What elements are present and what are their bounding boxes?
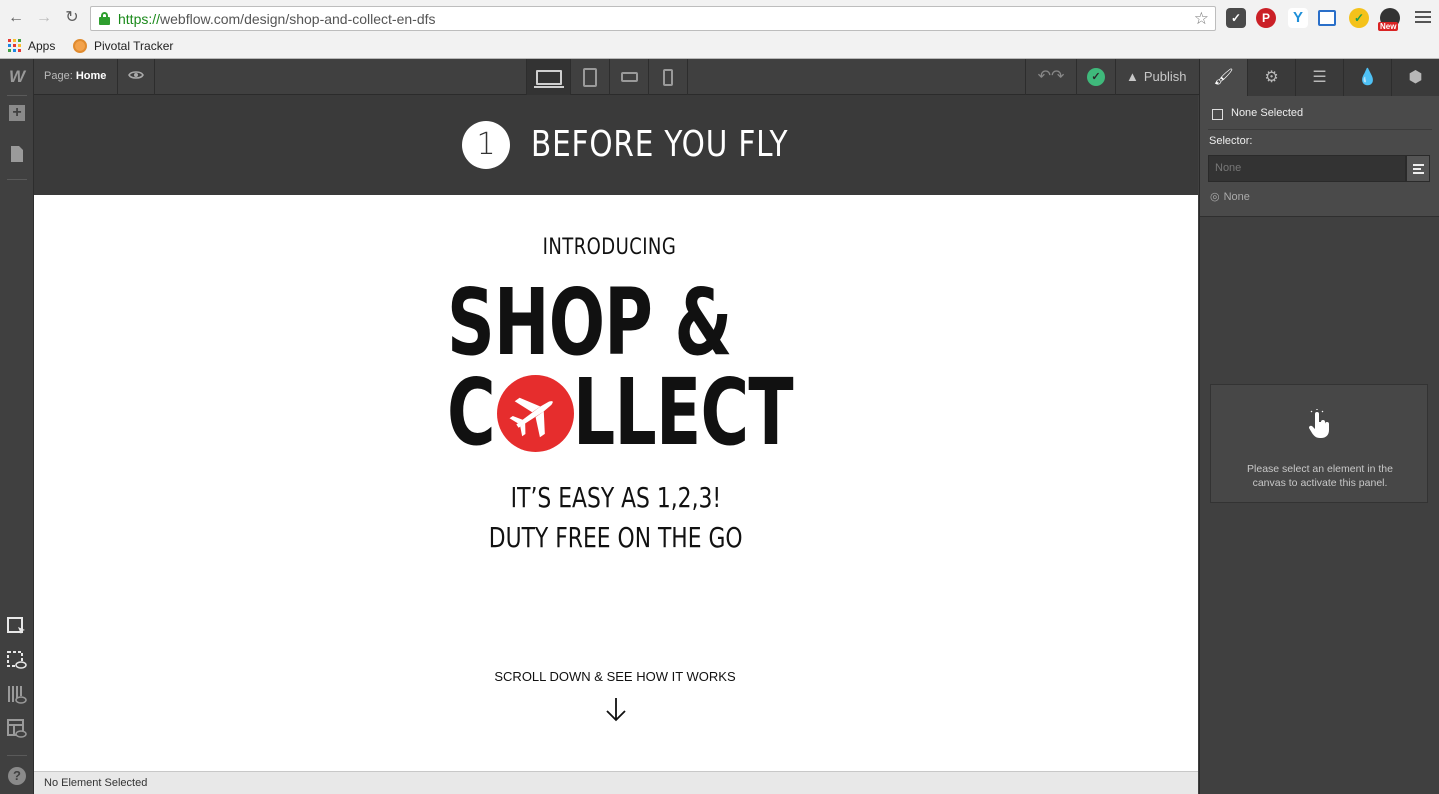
add-element-icon[interactable]: +: [9, 105, 25, 121]
selector-menu-icon[interactable]: [1406, 155, 1430, 182]
style-brush-icon[interactable]: 🖌: [1200, 59, 1248, 96]
grid-guides-icon[interactable]: [7, 685, 27, 705]
pointing-hand-icon: [1307, 409, 1331, 439]
selection-checkbox[interactable]: [1212, 109, 1223, 120]
chrome-menu-icon[interactable]: [1415, 8, 1431, 24]
back-arrow-icon[interactable]: ←: [6, 8, 26, 28]
inactive-panel-card: Please select an element in the canvas t…: [1210, 384, 1428, 503]
help-icon[interactable]: ?: [8, 767, 26, 785]
url-text: https://webflow.com/design/shop-and-coll…: [118, 11, 436, 27]
saved-status-icon: ✓: [1076, 59, 1116, 95]
selector-section: None Selected Selector: None ◎ None: [1200, 96, 1439, 217]
extension-y-icon[interactable]: Y: [1288, 8, 1308, 28]
bookmarks-bar: Apps Pivotal Tracker: [0, 36, 1439, 58]
select-tool-icon[interactable]: [7, 617, 27, 637]
extension-check-icon[interactable]: ✓: [1349, 8, 1369, 28]
state-target-icon: ◎: [1210, 191, 1220, 203]
selector-label: Selector:: [1209, 135, 1253, 147]
address-bar[interactable]: https://webflow.com/design/shop-and-coll…: [90, 6, 1216, 31]
layout-preview-icon[interactable]: [7, 719, 27, 739]
reload-icon[interactable]: ↻: [62, 8, 82, 28]
assets-box-icon[interactable]: ⬢: [1392, 59, 1439, 96]
intro-heading: INTRODUCING: [542, 235, 676, 260]
undo-icon[interactable]: ↶: [1038, 68, 1051, 85]
pivotal-tracker-icon: [73, 39, 87, 53]
redo-icon[interactable]: ↷: [1051, 68, 1064, 85]
device-switcher: [526, 59, 688, 95]
tablet-view-icon[interactable]: [571, 59, 610, 95]
element-breadcrumb-bar: No Element Selected: [34, 771, 1198, 794]
publish-button[interactable]: ▲ Publish: [1116, 59, 1199, 95]
step-number: 1: [462, 121, 510, 169]
tagline-2: DUTY FREE ON THE GO: [489, 521, 743, 554]
inactive-message: Please select an element in the canvas t…: [1247, 463, 1393, 489]
navigator-icon[interactable]: ☰: [1296, 59, 1344, 96]
desktop-view-icon[interactable]: [527, 59, 571, 95]
panel-tabs: 🖌 ⚙ ☰ 💧 ⬢: [1200, 59, 1439, 96]
browser-toolbar: ← → ↻ https://webflow.com/design/shop-an…: [0, 0, 1439, 59]
selector-input[interactable]: None: [1208, 155, 1406, 182]
screenshot-icon[interactable]: [1318, 10, 1336, 26]
step-banner[interactable]: 1 BEFORE YOU FLY: [34, 95, 1198, 195]
undo-redo[interactable]: ↶↷: [1025, 59, 1076, 95]
tagline-1: IT’S EASY AS 1,2,3!: [510, 481, 722, 514]
phone-landscape-view-icon[interactable]: [610, 59, 649, 95]
preview-box-icon[interactable]: [7, 651, 27, 671]
page-selector[interactable]: Page: Home: [44, 70, 106, 82]
airplane-logo-icon: [497, 375, 574, 452]
pages-icon[interactable]: [7, 145, 27, 165]
bookmark-star-icon[interactable]: ☆: [1194, 9, 1209, 29]
style-panel: 🖌 ⚙ ☰ 💧 ⬢ None Selected Selector: None ◎…: [1199, 59, 1439, 794]
design-canvas[interactable]: 1 BEFORE YOU FLY INTRODUCING SHOP & C LL…: [34, 95, 1198, 771]
pinterest-icon[interactable]: P: [1256, 8, 1276, 28]
apps-icon: [8, 39, 21, 52]
scroll-hint: SCROLL DOWN & SEE HOW IT WORKS: [494, 669, 736, 684]
pocket-icon[interactable]: ✓: [1226, 8, 1246, 28]
bookmark-pivotal-tracker[interactable]: Pivotal Tracker: [94, 39, 173, 53]
state-selector[interactable]: ◎ None: [1210, 190, 1250, 203]
left-toolbar: W + ?: [0, 59, 34, 794]
phone-portrait-view-icon[interactable]: [649, 59, 688, 95]
lock-icon: [99, 12, 110, 25]
swatches-drops-icon[interactable]: 💧: [1344, 59, 1392, 96]
designer-topbar: Page: Home ↶↷ ✓ ▲ Publish: [34, 59, 1199, 95]
headline-line-1: SHOP &: [447, 269, 732, 376]
settings-gear-icon[interactable]: ⚙: [1248, 59, 1296, 96]
bookmark-apps[interactable]: Apps: [28, 39, 55, 53]
selection-label: None Selected: [1231, 107, 1304, 119]
forward-arrow-icon[interactable]: →: [34, 8, 54, 28]
new-badge: New: [1378, 22, 1399, 31]
arrow-down-icon: [604, 695, 628, 725]
step-title: BEFORE YOU FLY: [531, 124, 789, 165]
publish-icon: ▲: [1126, 69, 1139, 84]
preview-eye-icon[interactable]: [117, 59, 155, 95]
webflow-logo-icon[interactable]: W: [7, 67, 27, 87]
